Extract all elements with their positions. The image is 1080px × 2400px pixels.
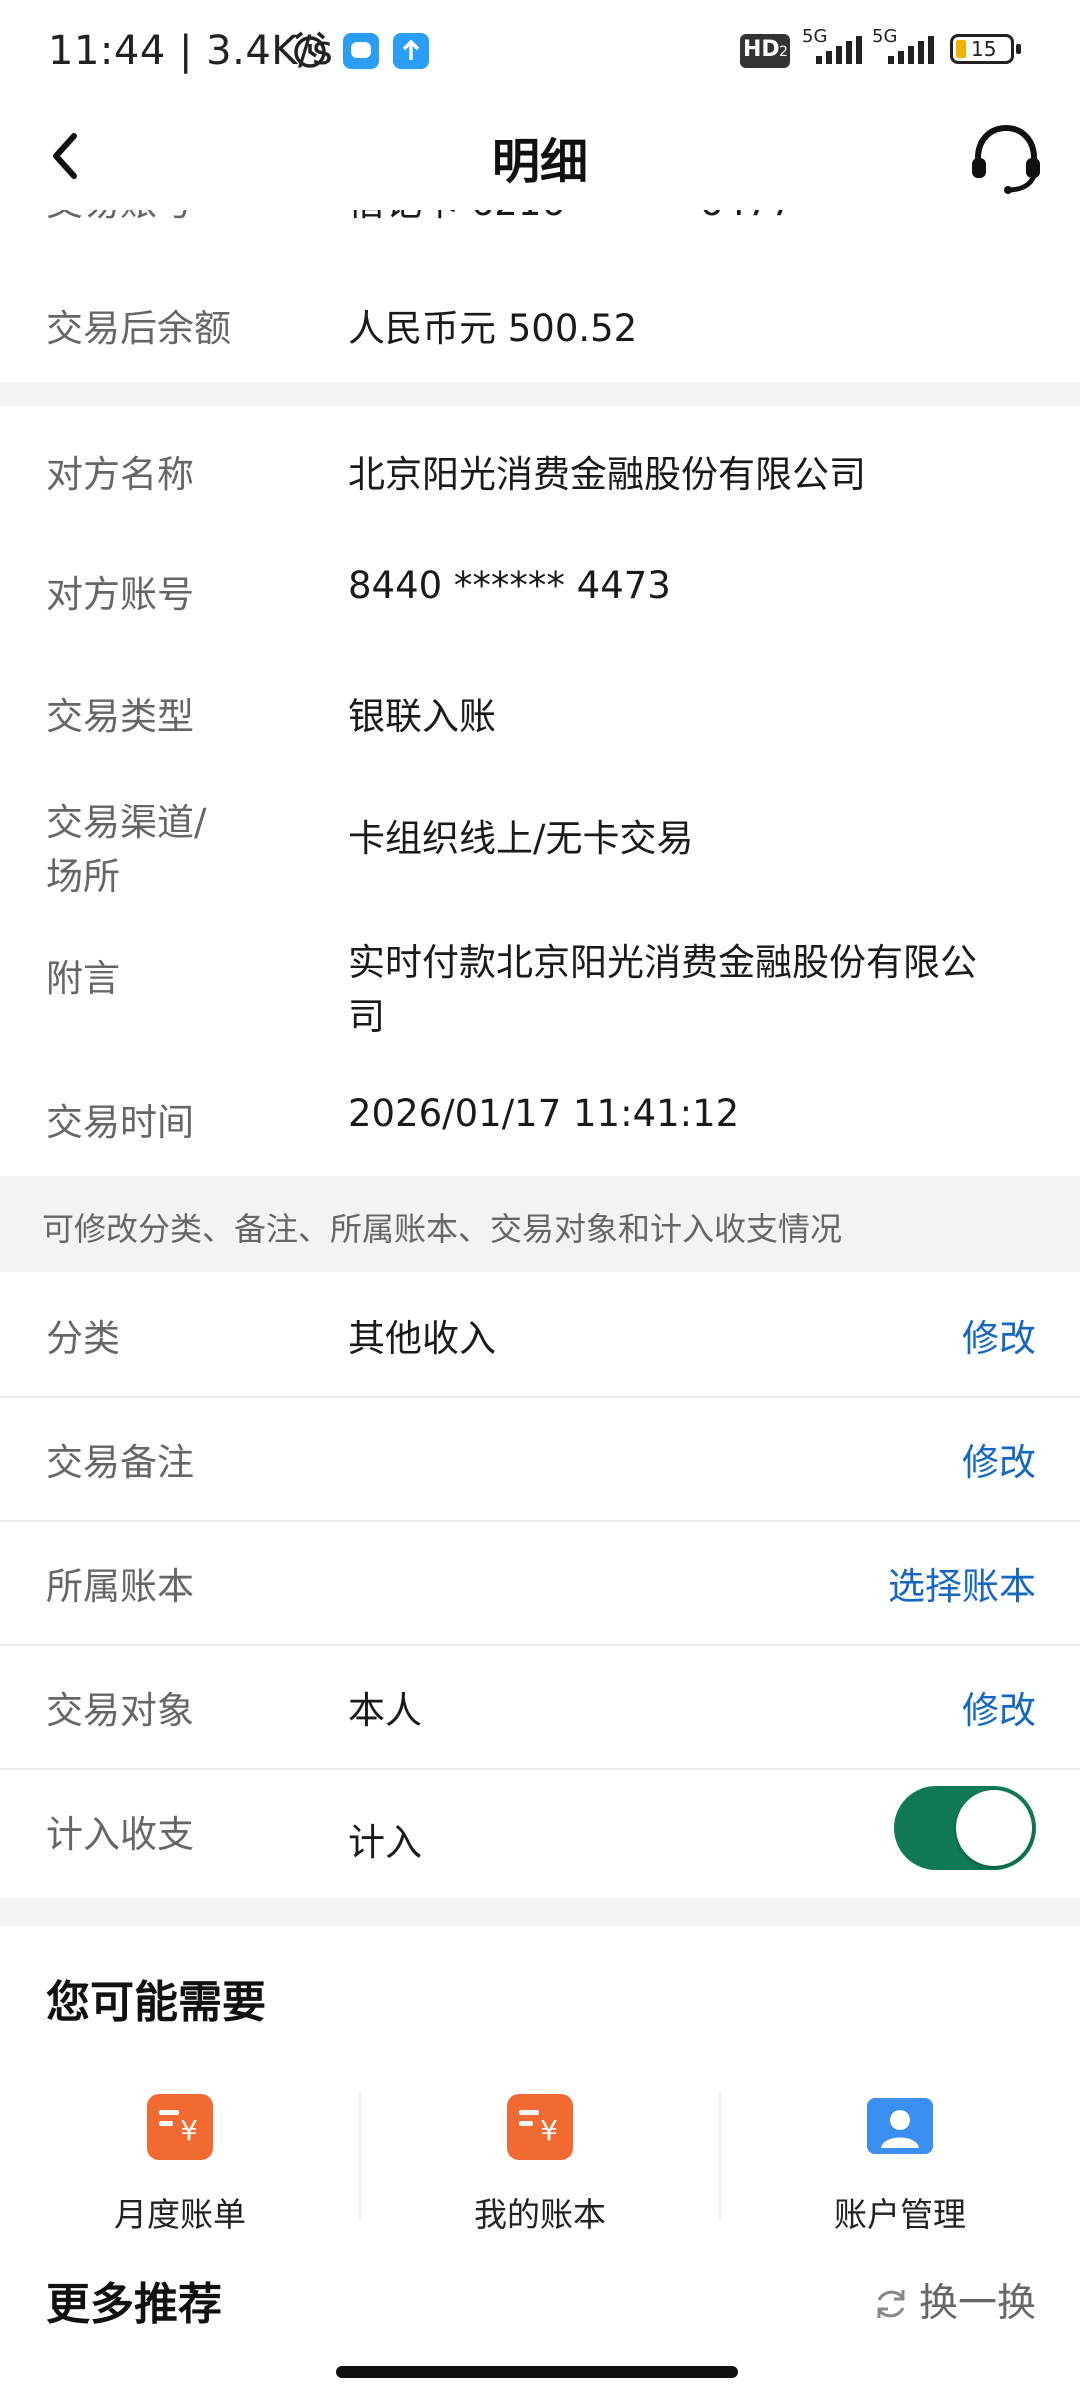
account-manage-item[interactable]: 账户管理 xyxy=(720,2060,1080,2260)
transaction-type-label: 交易类型 xyxy=(46,695,194,738)
home-indicator[interactable] xyxy=(336,2366,738,2378)
upload-app-icon xyxy=(393,33,429,69)
counterparty-name-value: 北京阳光消费金融股份有限公司 xyxy=(348,453,866,496)
category-row[interactable]: 分类 其他收入 修改 xyxy=(0,1272,1080,1396)
my-ledger-label: 我的账本 xyxy=(474,2195,606,2234)
counterparty-value: 本人 xyxy=(348,1689,422,1732)
transaction-time-label: 交易时间 xyxy=(46,1101,194,1144)
edit-hint-band: 可修改分类、备注、所属账本、交易对象和计入收支情况 xyxy=(0,1176,1080,1272)
category-label: 分类 xyxy=(46,1317,120,1360)
ledger-label: 所属账本 xyxy=(46,1565,194,1608)
channel-label-line2: 场所 xyxy=(46,855,120,898)
remark-label: 附言 xyxy=(46,957,120,1000)
include-toggle[interactable] xyxy=(894,1786,1036,1870)
balance-label: 交易后余额 xyxy=(46,307,231,350)
bill-icon: ¥ xyxy=(147,2094,213,2160)
transaction-time-value: 2026/01/17 11:41:12 xyxy=(348,1092,740,1135)
monthly-bill-label: 月度账单 xyxy=(114,2195,246,2234)
channel-label-line1: 交易渠道/ xyxy=(46,801,207,844)
monthly-bill-item[interactable]: ¥ 月度账单 xyxy=(0,2060,360,2260)
svg-text:¥: ¥ xyxy=(540,2114,558,2147)
battery-level: 15 xyxy=(971,37,997,61)
category-edit-link[interactable]: 修改 xyxy=(962,1308,1036,1362)
category-value: 其他收入 xyxy=(348,1317,496,1360)
select-ledger-link[interactable]: 选择账本 xyxy=(888,1556,1036,1610)
page-title: 明细 xyxy=(491,134,588,190)
battery-icon: 15 xyxy=(950,34,1021,64)
svg-text:¥: ¥ xyxy=(180,2114,198,2147)
customer-service-icon[interactable] xyxy=(968,120,1044,196)
remark-value-line2: 司 xyxy=(348,995,385,1038)
nav-bar: 明细 xyxy=(0,100,1080,210)
counterparty-edit-link[interactable]: 修改 xyxy=(962,1680,1036,1734)
remark-value-line1: 实时付款北京阳光消费金融股份有限公 xyxy=(348,941,977,984)
signal-icon-2 xyxy=(888,36,934,64)
alarm-icon xyxy=(294,31,326,68)
ledger-icon: ¥ xyxy=(507,2094,573,2160)
note-label: 交易备注 xyxy=(46,1441,194,1484)
counterparty-account-label: 对方账号 xyxy=(46,573,194,616)
refresh-icon xyxy=(877,2290,905,2318)
counterparty-label: 交易对象 xyxy=(46,1689,194,1732)
transaction-type-value: 银联入账 xyxy=(348,695,496,738)
counterparty-name-label: 对方名称 xyxy=(46,453,194,496)
account-icon xyxy=(867,2098,933,2154)
more-title: 更多推荐 xyxy=(46,2279,222,2330)
ledger-row[interactable]: 所属账本 选择账本 xyxy=(0,1522,1080,1644)
counterparty-row[interactable]: 交易对象 本人 修改 xyxy=(0,1646,1080,1768)
chat-app-icon xyxy=(343,33,379,69)
section-gap xyxy=(0,382,1080,406)
hd-sub: 2 xyxy=(779,44,788,60)
refresh-button[interactable]: 换一换 xyxy=(871,2272,1036,2328)
note-row[interactable]: 交易备注 修改 xyxy=(0,1398,1080,1520)
include-value: 计入 xyxy=(348,1821,422,1864)
balance-value: 人民币元 500.52 xyxy=(348,307,638,350)
status-bar: 11:44 | 3.4K/s HD 2 5G 5G 15 xyxy=(0,0,1080,100)
section-gap xyxy=(0,1898,1080,1926)
divider xyxy=(0,1768,1080,1770)
counterparty-account-value: 8440 ****** 4473 xyxy=(348,564,671,607)
edit-hint-text: 可修改分类、备注、所属账本、交易对象和计入收支情况 xyxy=(42,1210,843,1248)
channel-value: 卡组织线上/无卡交易 xyxy=(348,817,694,860)
include-label: 计入收支 xyxy=(46,1813,194,1856)
toggle-knob xyxy=(956,1790,1032,1866)
my-ledger-item[interactable]: ¥ 我的账本 xyxy=(360,2060,720,2260)
recommend-title: 您可能需要 xyxy=(46,1977,266,2028)
refresh-label: 换一换 xyxy=(918,2281,1036,2326)
note-edit-link[interactable]: 修改 xyxy=(962,1432,1036,1486)
hd-label: HD xyxy=(743,37,780,62)
account-manage-label: 账户管理 xyxy=(834,2195,966,2234)
signal-icon xyxy=(816,36,862,64)
